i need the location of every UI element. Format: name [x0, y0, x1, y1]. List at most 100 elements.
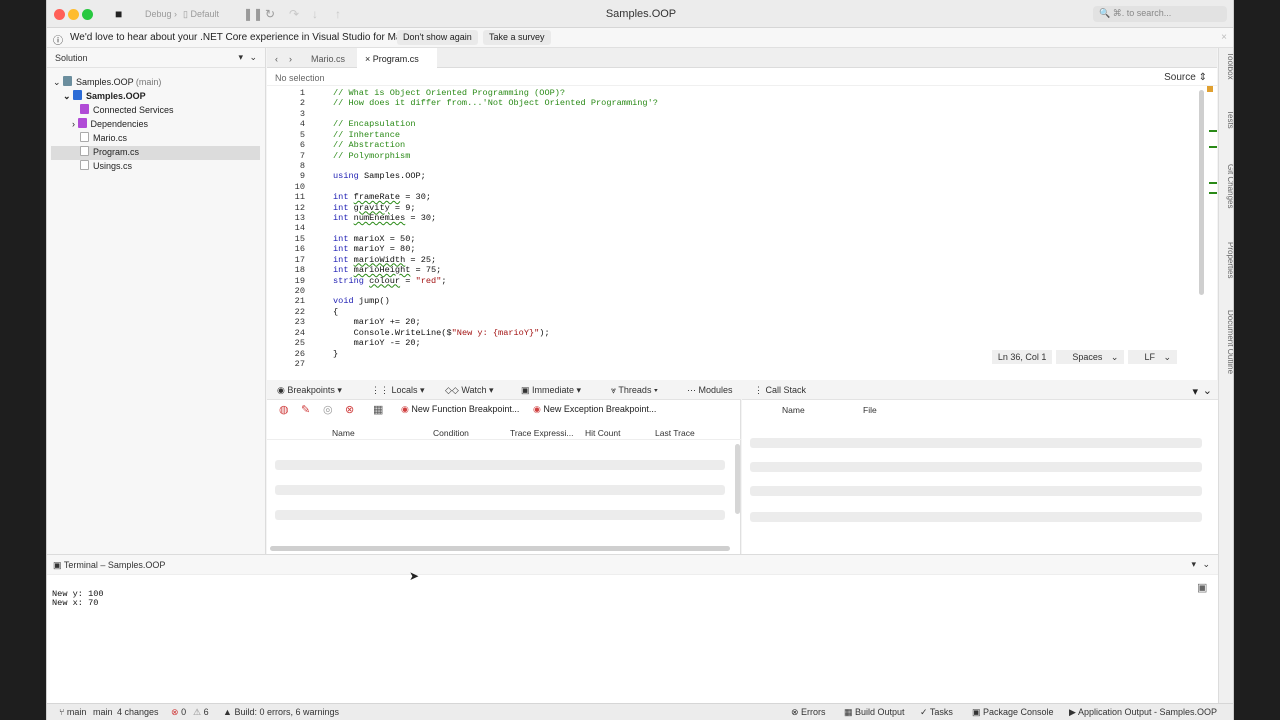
chevron-down-icon[interactable]: ⌄	[1202, 559, 1210, 570]
tab-watch[interactable]: ◇◇ Watch ▾	[439, 380, 500, 400]
eol-selector[interactable]: LF ⌄	[1128, 350, 1177, 364]
column-hit-count[interactable]: Hit Count	[585, 428, 620, 438]
call-stack-tab[interactable]: ⋮ Call Stack	[748, 380, 812, 400]
tab-locals[interactable]: ⋮⋮ Locals ▾	[365, 380, 431, 400]
tab-label: Mario.cs	[311, 54, 346, 64]
new-function-breakpoint-button[interactable]: ◉ New Function Breakpoint...	[401, 404, 519, 415]
application-output-pad-button[interactable]: ▶ Application Output - Samples.OOP	[1069, 707, 1217, 718]
branch-indicator[interactable]: ⑂ main	[59, 707, 86, 717]
line-number: 14	[294, 223, 305, 234]
tree-item-connected-services[interactable]: Connected Services	[80, 104, 263, 118]
take-survey-button[interactable]: Take a survey	[483, 30, 551, 45]
package-console-pad-button[interactable]: ▣ Package Console	[972, 707, 1054, 718]
tree-item-mario-cs[interactable]: Mario.cs	[80, 132, 263, 146]
code-line[interactable]: }	[333, 349, 338, 359]
vertical-scrollbar[interactable]	[735, 444, 740, 514]
tree-item-program-cs[interactable]: Program.cs	[51, 146, 260, 160]
document-outline-tab[interactable]: Document Outline	[1221, 310, 1233, 374]
properties-tab[interactable]: Properties	[1221, 242, 1233, 278]
warnings-indicator[interactable]: ⚠ 6	[193, 707, 209, 718]
indent-selector[interactable]: Spaces ⌄	[1056, 350, 1125, 364]
source-view-selector[interactable]: Source ⇕	[1164, 72, 1207, 83]
code-line[interactable]: {	[333, 307, 338, 317]
build-status[interactable]: ▲ Build: 0 errors, 6 warnings	[223, 707, 339, 717]
chevron-down-icon[interactable]: ⌄	[1203, 384, 1212, 397]
toggle-breakpoints-icon[interactable]: ◎	[323, 403, 333, 416]
code-line[interactable]: string colour = "red";	[333, 276, 447, 286]
horizontal-scrollbar[interactable]	[270, 546, 730, 551]
search-input[interactable]: 🔍 ⌘. to search...	[1093, 6, 1227, 22]
tab-threads[interactable]: ⩔ Threads ▾	[605, 380, 664, 400]
git-changes-tab[interactable]: Git Changes	[1221, 164, 1233, 208]
code-line[interactable]: // How does it differ from...'Not Object…	[333, 98, 658, 108]
code-line[interactable]: int marioWidth = 25;	[333, 255, 436, 265]
tree-item-dependencies[interactable]: › Dependencies	[72, 118, 263, 132]
tab-mario-cs[interactable]: Mario.cs	[303, 48, 365, 68]
code-line[interactable]: int numEnemies = 30;	[333, 213, 436, 223]
delete-all-icon[interactable]: ⊗	[345, 403, 354, 416]
code-line[interactable]: void jump()	[333, 296, 390, 306]
tree-item-solution[interactable]: ⌄ Samples.OOP (main)	[53, 76, 263, 90]
placeholder-row	[275, 485, 725, 495]
code-line[interactable]: int marioX = 50;	[333, 234, 416, 244]
toolbox-tab[interactable]: Toolbox	[1221, 52, 1233, 80]
line-number: 27	[294, 358, 305, 369]
tab-program-cs[interactable]: × Program.cs	[357, 48, 437, 68]
errors-indicator[interactable]: ⊗ 0	[171, 707, 186, 718]
tab-breakpoints[interactable]: ◉ Breakpoints ▾	[271, 380, 348, 400]
remove-breakpoint-icon[interactable]: ◍	[279, 403, 289, 416]
code-line[interactable]: int marioY = 80;	[333, 244, 416, 254]
pin-icon[interactable]: ▾	[1192, 385, 1198, 398]
cursor-position[interactable]: Ln 36, Col 1	[991, 350, 1053, 364]
code-line[interactable]: int gravity = 9;	[333, 203, 416, 213]
column-trace-expression[interactable]: Trace Expressi...	[510, 428, 573, 438]
pin-icon[interactable]: ▾	[238, 52, 243, 63]
changes-label[interactable]: 4 changes	[117, 707, 159, 717]
dont-show-again-button[interactable]: Don't show again	[397, 30, 478, 45]
tab-nav-right-icon[interactable]: ›	[281, 48, 301, 68]
tab-immediate[interactable]: ▣ Immediate ▾	[515, 380, 587, 400]
errors-pad-button[interactable]: ⊗ Errors	[791, 707, 826, 718]
clear-breakpoints-icon[interactable]: ✎	[301, 403, 310, 416]
tasks-pad-button[interactable]: ✓ Tasks	[920, 707, 953, 718]
code-line[interactable]: Console.WriteLine($"New y: {marioY}");	[333, 328, 550, 338]
column-last-trace[interactable]: Last Trace	[655, 428, 695, 438]
tree-item-project[interactable]: ⌄ Samples.OOP	[63, 90, 263, 104]
editor-scrollbar[interactable]	[1199, 90, 1204, 295]
search-icon: 🔍	[1099, 8, 1111, 18]
tree-item-usings-cs[interactable]: Usings.cs	[80, 160, 263, 174]
chevron-down-icon[interactable]: ⌄	[249, 52, 257, 63]
code-editor[interactable]: 1 // What is Object Oriented Programming …	[267, 86, 1217, 369]
terminal-line: New x: 70	[52, 598, 99, 608]
new-terminal-icon[interactable]: ▣	[1197, 581, 1207, 594]
column-name[interactable]: Name	[332, 428, 355, 438]
close-icon[interactable]: ×	[1221, 32, 1227, 43]
pin-icon[interactable]: ▾	[1191, 559, 1196, 570]
code-line[interactable]: // What is Object Oriented Programming (…	[333, 88, 565, 98]
code-line[interactable]: int marioHeight = 75;	[333, 265, 441, 275]
build-output-pad-button[interactable]: ▦ Build Output	[844, 707, 905, 718]
file-icon	[80, 132, 89, 142]
code-line[interactable]: // Abstraction	[333, 140, 405, 150]
code-line[interactable]: using Samples.OOP;	[333, 171, 426, 181]
code-line[interactable]: // Inhertance	[333, 130, 400, 140]
branch2-label[interactable]: main	[93, 707, 113, 717]
new-exception-breakpoint-button[interactable]: ◉ New Exception Breakpoint...	[533, 404, 656, 415]
column-condition[interactable]: Condition	[433, 428, 469, 438]
connected-services-icon	[80, 104, 89, 114]
code-line[interactable]: int frameRate = 30;	[333, 192, 431, 202]
code-line[interactable]: marioY -= 20;	[333, 338, 421, 348]
code-line[interactable]: // Encapsulation	[333, 119, 416, 129]
tab-modules[interactable]: ⋯ Modules	[681, 380, 739, 400]
code-line[interactable]: marioY += 20;	[333, 317, 421, 327]
warning-marker[interactable]	[1207, 86, 1213, 92]
tests-tab[interactable]: Tests	[1221, 110, 1233, 129]
close-icon[interactable]: ×	[365, 54, 370, 64]
code-line[interactable]: // Polymorphism	[333, 151, 410, 161]
column-name[interactable]: Name	[782, 405, 805, 415]
column-file[interactable]: File	[863, 405, 877, 415]
breadcrumb[interactable]: No selection	[267, 68, 1217, 86]
breakpoints-header: Name Condition Trace Expressi... Hit Cou…	[267, 424, 741, 440]
tab-label: Threads	[618, 385, 652, 395]
properties-icon[interactable]: ▦	[373, 403, 383, 416]
